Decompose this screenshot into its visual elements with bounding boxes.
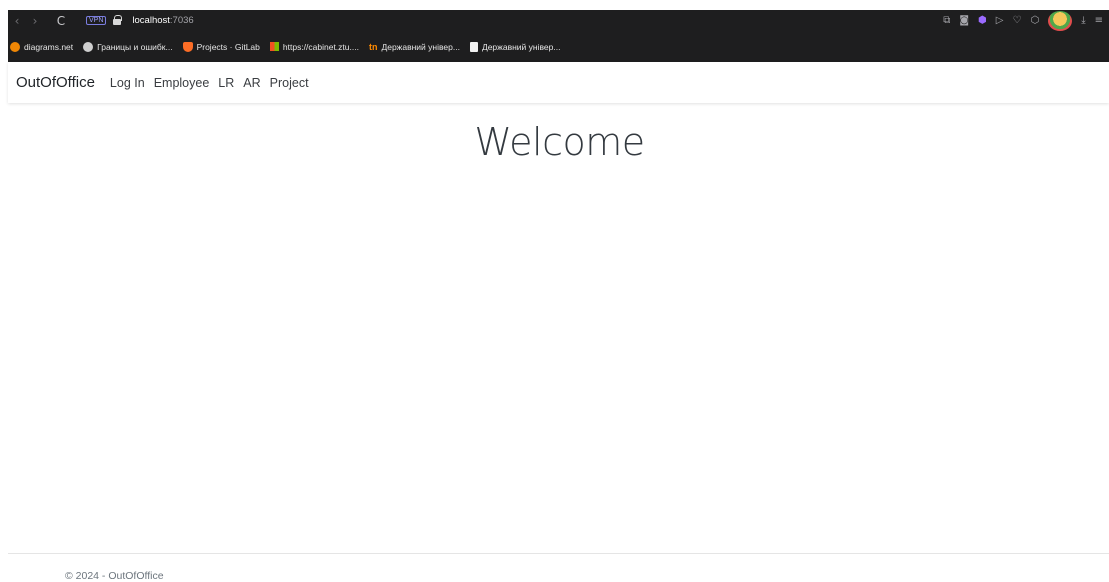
address-bar[interactable]: localhost:7036 [132,15,193,26]
tn-icon: tn [368,41,378,52]
cube-icon[interactable]: ⬡ [1030,15,1039,26]
shield-icon[interactable]: ⬢ [978,15,987,26]
reload-icon[interactable]: C [52,14,70,28]
footer-text: © 2024 - OutOfOffice [65,570,164,582]
url-host: localhost [132,15,170,26]
doc-icon [469,41,478,52]
forward-icon[interactable]: › [26,14,44,28]
footer-divider [8,553,1109,554]
bookmarks-bar: diagrams.net Границы и ошибк... Projects… [8,31,1109,62]
browser-chrome: ‹ › C VPN localhost:7036 ⧉ ◙ ⬢ ▷ ♡ ⬡ ⤓ ≡… [8,10,1109,62]
nav-link-ar[interactable]: AR [243,76,260,90]
page-title: Welcome [474,120,645,164]
heart-icon[interactable]: ♡ [1012,15,1021,26]
bookmark-label: diagrams.net [24,41,74,52]
brand-link[interactable]: OutOfOffice [16,74,95,91]
back-icon[interactable]: ‹ [8,14,26,28]
drawio-icon [10,41,20,52]
bookmark-label: Державний універ... [381,41,460,52]
avatar-icon[interactable] [1048,10,1073,31]
bookmark-diagrams[interactable]: diagrams.net [10,41,74,52]
url-port: :7036 [169,15,194,26]
toolbar-actions: ⧉ ◙ ⬢ ▷ ♡ ⬡ ⤓ ≡ [943,10,1103,31]
nav-link-login[interactable]: Log In [110,76,145,90]
bookmark-university-1[interactable]: tn Державний універ... [369,42,460,52]
nav-link-lr[interactable]: LR [218,76,234,90]
download-icon[interactable]: ⤓ [1081,15,1085,26]
share-icon[interactable]: ⧉ [943,15,950,26]
browser-toolbar: ‹ › C VPN localhost:7036 ⧉ ◙ ⬢ ▷ ♡ ⬡ ⤓ ≡ [8,10,1109,31]
camera-icon[interactable]: ◙ [959,15,969,26]
bookmark-cabinet[interactable]: https://cabinet.ztu.... [269,41,359,52]
nav-links: Log In Employee LR AR Project [101,76,309,90]
lock-icon[interactable] [112,15,123,26]
bookmark-label: Projects · GitLab [196,41,260,52]
bookmark-borders[interactable]: Границы и ошибк... [83,41,173,52]
nav-link-employee[interactable]: Employee [154,76,210,90]
nav-link-project[interactable]: Project [270,76,309,90]
bookmark-university-2[interactable]: Державний універ... [469,41,561,52]
globe-icon [83,41,94,52]
bookmark-label: Границы и ошибк... [97,41,173,52]
ms-icon [269,42,279,51]
app-navbar: OutOfOffice Log In Employee LR AR Projec… [8,62,1109,103]
menu-icon[interactable]: ≡ [1095,15,1103,26]
gitlab-icon [182,41,193,52]
bookmark-label: Державний універ... [481,41,561,52]
bookmark-gitlab[interactable]: Projects · GitLab [182,41,260,52]
play-icon[interactable]: ▷ [996,15,1004,26]
vpn-badge[interactable]: VPN [86,16,107,25]
bookmark-label: https://cabinet.ztu.... [282,41,359,52]
